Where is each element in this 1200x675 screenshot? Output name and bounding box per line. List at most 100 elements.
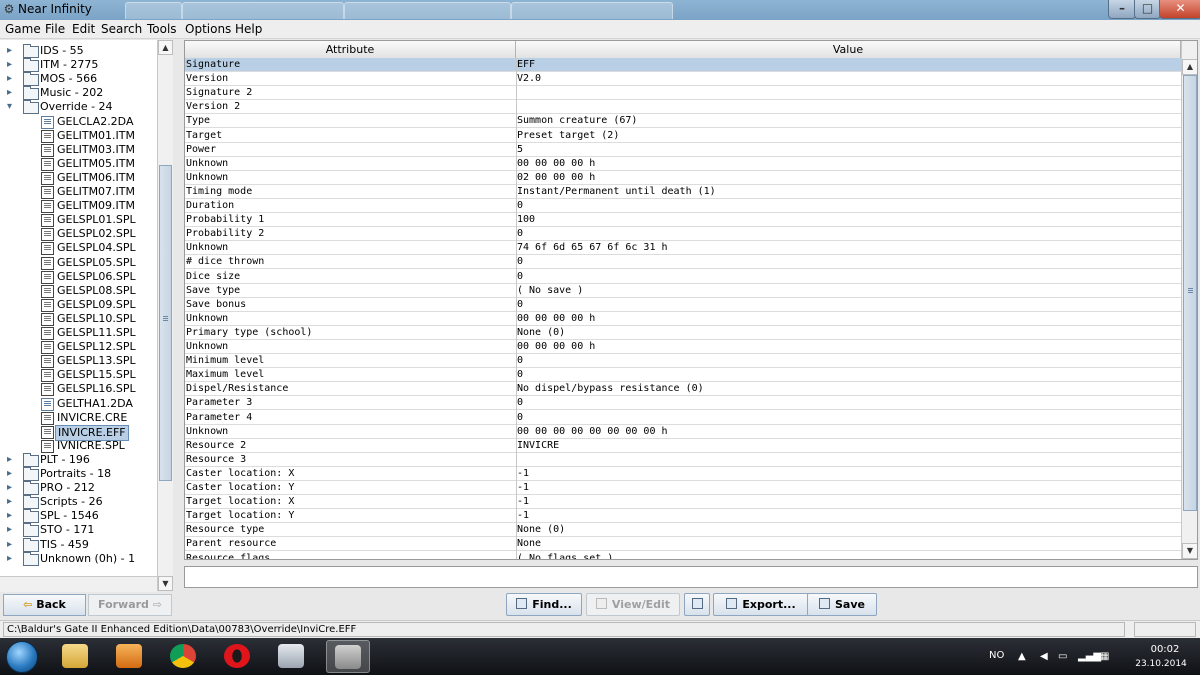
value-cell[interactable]: 0 [517, 368, 1177, 381]
table-row[interactable]: Type Summon creature (67) [185, 114, 1182, 129]
value-cell[interactable]: V2.0 [517, 72, 1177, 85]
back-button[interactable]: ⇦ Back [3, 594, 86, 616]
expand-icon[interactable]: ▸ [7, 509, 19, 523]
volume-icon[interactable]: ◀ [1040, 652, 1048, 662]
value-cell[interactable]: None (0) [517, 326, 1177, 339]
calculator-icon[interactable] [270, 640, 314, 673]
maximize-button[interactable]: □ [1134, 0, 1161, 19]
attribute-table[interactable]: Attribute Value Signature EFF Version V2.0 S… [184, 40, 1198, 560]
value-cell[interactable]: 0 [517, 255, 1177, 268]
expand-icon[interactable]: ▸ [7, 86, 19, 100]
value-cell[interactable]: 74 6f 6d 65 67 6f 6c 31 h [517, 241, 1177, 254]
table-row[interactable]: Resource 3 [185, 453, 1182, 467]
table-row[interactable]: Caster location: X -1 [185, 467, 1182, 481]
table-row[interactable]: Unknown 74 6f 6d 65 67 6f 6c 31 h [185, 241, 1182, 256]
expand-icon[interactable]: ▸ [7, 481, 19, 495]
value-cell[interactable]: -1 [517, 481, 1177, 494]
resource-tree[interactable]: ▸ IDS - 55 ▸ ITM - 2775 ▸ MOS - 566 ▸ Music - 2… [0, 40, 173, 591]
tree-horizontal-scrollbar[interactable] [0, 576, 157, 592]
value-cell[interactable]: 0 [517, 199, 1177, 212]
expand-icon[interactable]: ▸ [7, 538, 19, 552]
chrome-icon[interactable] [162, 640, 206, 673]
table-row[interactable]: Primary type (school) None (0) [185, 326, 1182, 340]
value-cell[interactable]: -1 [517, 495, 1177, 508]
network-icon[interactable]: ▦ [1100, 652, 1109, 662]
table-row[interactable]: Unknown 00 00 00 00 00 00 00 00 h [185, 425, 1182, 439]
value-cell[interactable]: 0 [517, 354, 1177, 367]
value-cell[interactable]: 5 [517, 143, 1177, 156]
table-row[interactable]: Power 5 [185, 143, 1182, 157]
menu-edit[interactable]: Edit [72, 22, 95, 36]
detail-field[interactable] [184, 566, 1198, 588]
table-row[interactable]: Caster location: Y -1 [185, 481, 1182, 495]
scroll-up-icon[interactable]: ▲ [158, 40, 173, 55]
value-cell[interactable]: ( No flags set ) [517, 552, 1177, 560]
table-row[interactable]: Dispel/Resistance No dispel/bypass resist… [185, 382, 1182, 397]
value-cell[interactable]: INVICRE [517, 439, 1177, 452]
value-cell[interactable]: Instant/Permanent until death (1) [517, 185, 1177, 198]
table-row[interactable]: Parent resource None [185, 537, 1182, 552]
value-cell[interactable]: 100 [517, 213, 1177, 226]
forward-button[interactable]: Forward ⇨ [88, 594, 172, 616]
expand-icon[interactable]: ▸ [7, 72, 19, 86]
collapse-icon[interactable]: ▾ [7, 100, 19, 114]
table-row[interactable]: # dice thrown 0 [185, 255, 1182, 270]
table-row[interactable]: Unknown 02 00 00 00 h [185, 171, 1182, 185]
signal-icon[interactable]: ▂▄▆ [1078, 652, 1101, 662]
column-header-value[interactable]: Value [516, 41, 1181, 58]
tray-expand-icon[interactable]: ▲ [1018, 652, 1026, 662]
start-button[interactable] [6, 641, 38, 673]
close-button[interactable]: ✕ [1159, 0, 1200, 19]
table-row[interactable]: Unknown 00 00 00 00 h [185, 340, 1182, 354]
menu-options[interactable]: Options [185, 22, 231, 36]
table-row[interactable]: Resource flags ( No flags set ) [185, 552, 1182, 560]
table-row[interactable]: Version 2 [185, 100, 1182, 115]
value-cell[interactable]: 00 00 00 00 00 00 00 00 h [517, 425, 1177, 438]
value-cell[interactable]: -1 [517, 467, 1177, 480]
opera-icon[interactable] [216, 640, 260, 673]
table-row[interactable]: Version V2.0 [185, 72, 1182, 87]
value-cell[interactable]: Preset target (2) [517, 129, 1177, 142]
value-cell[interactable]: 0 [517, 227, 1177, 240]
table-vertical-scrollbar[interactable]: ▲ ▼ [1181, 41, 1197, 559]
tree-vertical-scrollbar[interactable]: ▲ ▼ [157, 40, 173, 591]
value-cell[interactable]: EFF [517, 58, 1177, 71]
expand-icon[interactable]: ▸ [7, 495, 19, 509]
column-header-attribute[interactable]: Attribute [185, 41, 516, 58]
expand-icon[interactable]: ▸ [7, 467, 19, 481]
table-row[interactable]: Duration 0 [185, 199, 1182, 213]
find-button[interactable]: Find... [506, 593, 582, 616]
clock-time[interactable]: 00:02 [1135, 644, 1195, 655]
scroll-down-icon[interactable]: ▼ [158, 576, 173, 591]
menu-search[interactable]: Search [101, 22, 142, 36]
table-row[interactable]: Target location: X -1 [185, 495, 1182, 510]
table-row[interactable]: Probability 1 100 [185, 213, 1182, 228]
value-cell[interactable]: None (0) [517, 523, 1177, 536]
value-cell[interactable]: No dispel/bypass resistance (0) [517, 382, 1177, 395]
table-row[interactable]: Resource type None (0) [185, 523, 1182, 538]
table-scroll-thumb[interactable] [1183, 75, 1197, 511]
scroll-up-icon[interactable]: ▲ [1182, 59, 1197, 75]
tree-scroll-thumb[interactable] [159, 165, 172, 481]
table-row[interactable]: Maximum level 0 [185, 368, 1182, 383]
table-row[interactable]: Signature 2 [185, 86, 1182, 101]
menu-game[interactable]: Game [5, 22, 41, 36]
menu-file[interactable]: File [45, 22, 65, 36]
table-row[interactable]: Unknown 00 00 00 00 h [185, 312, 1182, 326]
value-cell[interactable]: ( No save ) [517, 284, 1177, 297]
clock-date[interactable]: 23.10.2014 [1124, 659, 1198, 669]
minimize-button[interactable]: – [1108, 0, 1136, 19]
table-row[interactable]: Resource 2 INVICRE [185, 439, 1182, 453]
expand-icon[interactable]: ▸ [7, 58, 19, 72]
value-cell[interactable]: 00 00 00 00 h [517, 340, 1177, 353]
table-row[interactable]: Target Preset target (2) [185, 129, 1182, 143]
expand-icon[interactable]: ▸ [7, 44, 19, 58]
value-cell[interactable]: 00 00 00 00 h [517, 312, 1177, 325]
table-row[interactable]: Timing mode Instant/Permanent until death… [185, 185, 1182, 199]
value-cell[interactable]: 02 00 00 00 h [517, 171, 1177, 184]
table-row[interactable]: Save type ( No save ) [185, 284, 1182, 298]
save-button[interactable]: Save [807, 593, 877, 616]
print-button[interactable] [684, 593, 710, 616]
value-cell[interactable]: 0 [517, 396, 1177, 409]
view-edit-button[interactable]: View/Edit [586, 593, 680, 616]
